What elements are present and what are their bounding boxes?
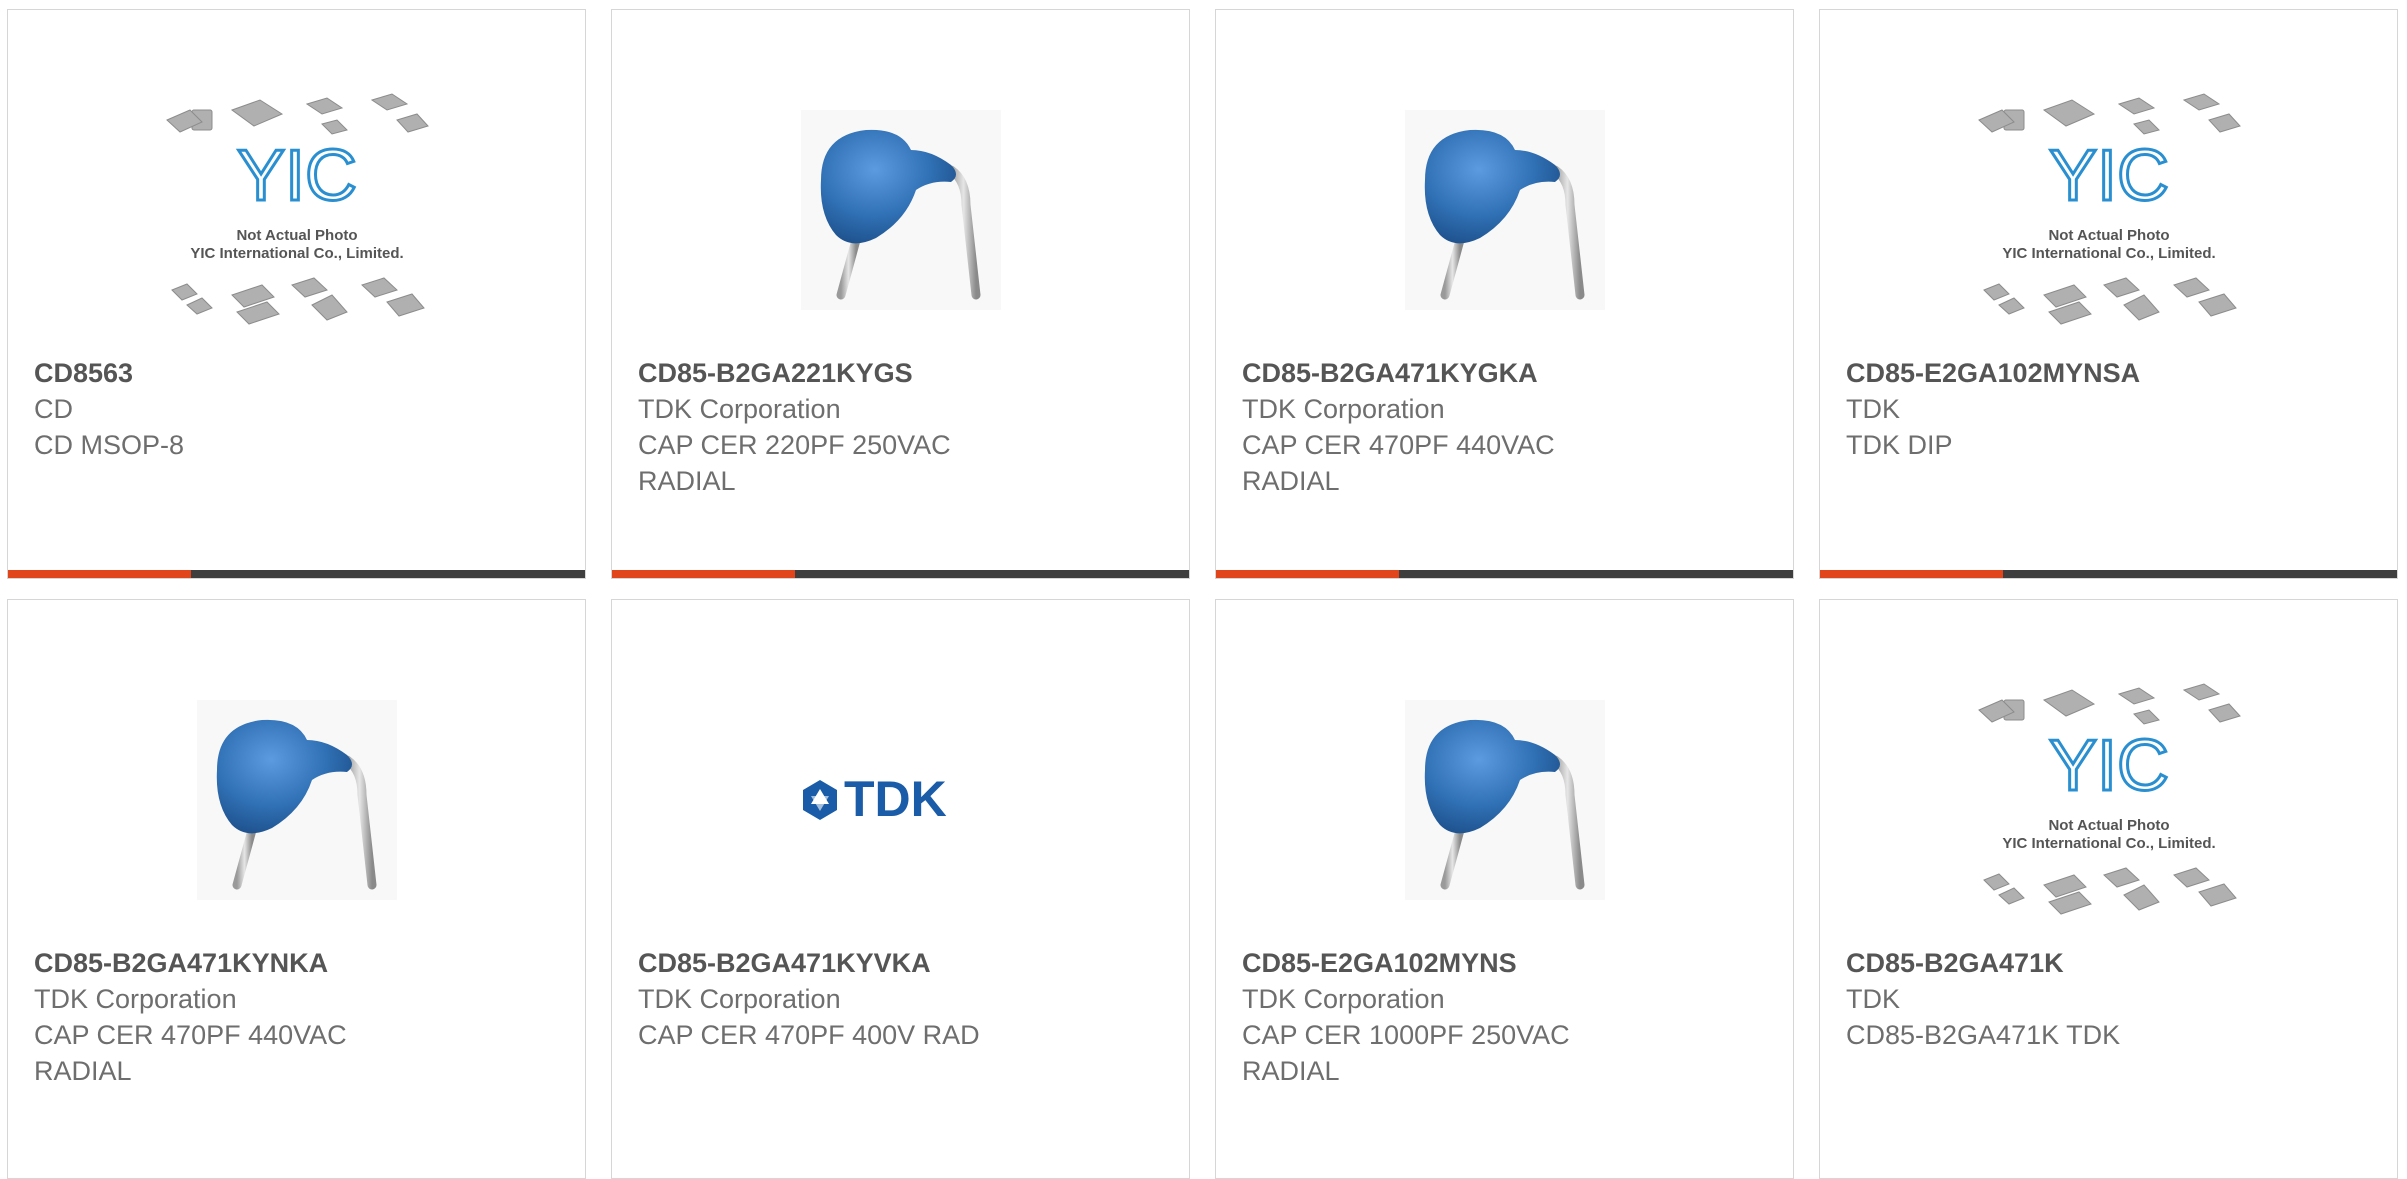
card-footer-accent <box>612 570 795 578</box>
product-image: TDK <box>612 660 1189 940</box>
product-image <box>1216 660 1793 940</box>
part-number[interactable]: CD85-E2GA102MYNS <box>1242 945 1773 981</box>
placeholder-text-1: Not Actual Photo <box>2048 817 2169 834</box>
manufacturer: TDK Corporation <box>1242 984 1445 1014</box>
yic-placeholder-image: YIC Not Actual Photo YIC International C… <box>1977 683 2241 915</box>
placeholder-text-2: YIC International Co., Limited. <box>190 245 403 262</box>
ceramic-capacitor-image <box>1404 110 1605 310</box>
yic-logo: YIC <box>2048 726 2168 806</box>
card-footer-bar <box>1820 570 2397 578</box>
product-card[interactable]: YIC Not Actual Photo YIC International C… <box>1819 599 2398 1179</box>
tdk-logo-image: TDK <box>802 771 947 827</box>
manufacturer: TDK <box>1846 394 1900 424</box>
product-image <box>612 70 1189 350</box>
card-footer-bar <box>612 570 1189 578</box>
description: CAP CER 220PF 250VAC RADIAL <box>638 430 951 496</box>
description: CAP CER 470PF 440VAC RADIAL <box>1242 430 1555 496</box>
ceramic-capacitor-image <box>800 110 1001 310</box>
product-card[interactable]: CD85-E2GA102MYNS TDK Corporation CAP CER… <box>1215 599 1794 1179</box>
yic-placeholder-image: YIC Not Actual Photo YIC International C… <box>1977 93 2241 325</box>
ceramic-capacitor-image <box>196 700 397 900</box>
part-number[interactable]: CD8563 <box>34 355 565 391</box>
description: TDK DIP <box>1846 430 1953 460</box>
product-card[interactable]: YIC Not Actual Photo YIC International C… <box>1819 9 2398 579</box>
card-footer-accent <box>8 570 191 578</box>
tdk-logo-text: TDK <box>844 771 947 827</box>
part-number[interactable]: CD85-B2GA221KYGS <box>638 355 1169 391</box>
manufacturer: CD <box>34 394 73 424</box>
product-image: YIC Not Actual Photo YIC International C… <box>1820 660 2397 940</box>
product-card[interactable]: TDK CD85-B2GA471KYVKA TDK Corporation CA… <box>611 599 1190 1179</box>
card-footer-accent <box>1216 570 1399 578</box>
placeholder-text-1: Not Actual Photo <box>2048 227 2169 244</box>
part-number[interactable]: CD85-B2GA471K <box>1846 945 2377 981</box>
product-card[interactable]: CD85-B2GA471KYNKA TDK Corporation CAP CE… <box>7 599 586 1179</box>
yic-logo: YIC <box>2048 136 2168 216</box>
part-number[interactable]: CD85-B2GA471KYGKA <box>1242 355 1773 391</box>
part-number[interactable]: CD85-B2GA471KYNKA <box>34 945 565 981</box>
description: CD MSOP-8 <box>34 430 185 460</box>
manufacturer: TDK Corporation <box>34 984 237 1014</box>
ceramic-capacitor-image <box>1404 700 1605 900</box>
part-number[interactable]: CD85-E2GA102MYNSA <box>1846 355 2377 391</box>
product-image <box>1216 70 1793 350</box>
description: CAP CER 1000PF 250VAC RADIAL <box>1242 1020 1570 1086</box>
product-card[interactable]: YIC Not Actual Photo YIC International C… <box>7 9 586 579</box>
card-footer-bar <box>8 570 585 578</box>
product-image: YIC Not Actual Photo YIC International C… <box>8 70 585 350</box>
part-number[interactable]: CD85-B2GA471KYVKA <box>638 945 1169 981</box>
card-footer-bar <box>1216 570 1793 578</box>
yic-logo: YIC <box>236 136 356 216</box>
manufacturer: TDK Corporation <box>1242 394 1445 424</box>
product-card[interactable]: CD85-B2GA471KYGKA TDK Corporation CAP CE… <box>1215 9 1794 579</box>
description: CD85-B2GA471K TDK <box>1846 1020 2121 1050</box>
manufacturer: TDK Corporation <box>638 984 841 1014</box>
manufacturer: TDK <box>1846 984 1900 1014</box>
product-card[interactable]: CD85-B2GA221KYGS TDK Corporation CAP CER… <box>611 9 1190 579</box>
product-image <box>8 660 585 940</box>
manufacturer: TDK Corporation <box>638 394 841 424</box>
description: CAP CER 470PF 400V RAD <box>638 1020 980 1050</box>
description: CAP CER 470PF 440VAC RADIAL <box>34 1020 347 1086</box>
card-footer-accent <box>1820 570 2003 578</box>
placeholder-text-1: Not Actual Photo <box>236 227 357 244</box>
product-image: YIC Not Actual Photo YIC International C… <box>1820 70 2397 350</box>
placeholder-text-2: YIC International Co., Limited. <box>2002 835 2215 852</box>
placeholder-text-2: YIC International Co., Limited. <box>2002 245 2215 262</box>
yic-placeholder-image: YIC Not Actual Photo YIC International C… <box>165 93 429 325</box>
